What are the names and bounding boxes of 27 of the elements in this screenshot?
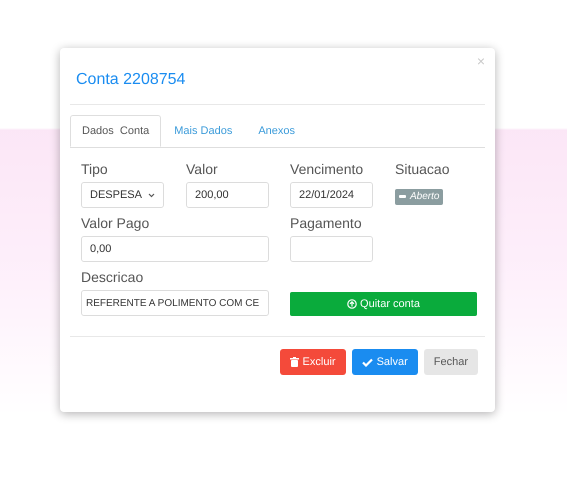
tab[interactable]: Dados Conta — [70, 115, 162, 147]
chevron-down-icon — [148, 192, 155, 198]
input-field[interactable]: 22/01/2024 — [290, 182, 373, 208]
input-field[interactable]: REFERENTE A POLIMENTO COM CE — [81, 290, 269, 316]
field-label: Descricao — [81, 268, 144, 286]
tab[interactable]: Mais Dados — [161, 115, 246, 147]
field-label: Pagamento — [290, 214, 363, 232]
trash-icon — [290, 357, 299, 367]
minus-icon — [399, 195, 406, 198]
status-badge: Aberto — [395, 188, 444, 204]
field-label: Vencimento — [290, 160, 364, 178]
field-label: Valor — [186, 160, 219, 178]
select-field[interactable]: DESPESA — [81, 182, 164, 208]
dialog-title: Conta 2208754 — [76, 70, 186, 90]
check-icon — [362, 358, 373, 366]
arrow-up-circle-icon — [347, 299, 358, 309]
field-label: Valor Pago — [81, 214, 150, 232]
close-button[interactable]: Fechar — [424, 349, 478, 375]
field-label: Tipo — [81, 160, 109, 178]
save-button[interactable]: Salvar — [352, 349, 418, 375]
field-label: Situacao — [395, 160, 450, 178]
input-field[interactable]: 0,00 — [81, 236, 269, 262]
quitar-button[interactable]: Quitar conta — [290, 292, 477, 316]
tab[interactable]: Anexos — [245, 115, 308, 147]
input-field[interactable] — [290, 236, 373, 262]
input-field[interactable]: 200,00 — [186, 182, 269, 208]
delete-button[interactable]: Excluir — [280, 349, 346, 375]
